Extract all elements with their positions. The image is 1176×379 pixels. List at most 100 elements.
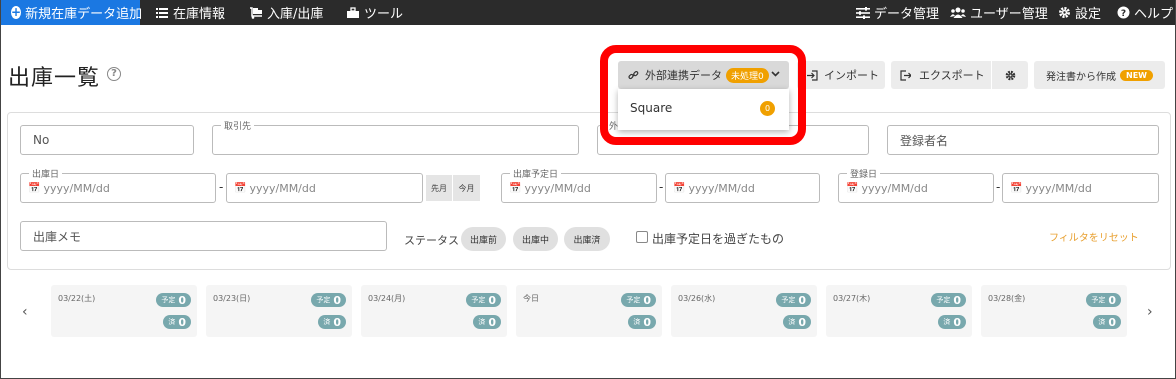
day-card[interactable]: 03/27(木) 予定 0 済 0 bbox=[826, 285, 972, 337]
nav-data-management-label: データ管理 bbox=[874, 7, 940, 22]
partner-input[interactable]: 取引先 bbox=[212, 119, 579, 155]
planned-count-pill: 予定 0 bbox=[156, 293, 191, 307]
day-date: 03/24(月) bbox=[368, 294, 406, 303]
ship-date-from-input[interactable]: 出庫日 📅 yyyy/MM/dd bbox=[20, 167, 216, 203]
memo-placeholder: 出庫メモ bbox=[33, 229, 82, 244]
done-count: 0 bbox=[333, 315, 341, 329]
planned-date-from-placeholder: yyyy/MM/dd bbox=[524, 181, 591, 195]
done-count-pill: 済0 bbox=[938, 315, 966, 329]
day-card[interactable]: 03/22(土) 予定 0 済 0 bbox=[51, 285, 197, 337]
done-count: 0 bbox=[643, 315, 651, 329]
calendar-icon: 📅 bbox=[509, 182, 522, 194]
day-card[interactable]: 03/26(水) 予定 0 済 0 bbox=[671, 285, 817, 337]
partner-label: 取引先 bbox=[221, 119, 255, 132]
registered-date-label: 登録日 bbox=[847, 167, 881, 180]
prev-week-button[interactable]: ‹ bbox=[22, 304, 28, 320]
planned-count: 0 bbox=[798, 293, 806, 307]
day-date: 03/22(土) bbox=[58, 294, 96, 303]
nav-stock-info[interactable]: 在庫情報 bbox=[155, 0, 225, 25]
registered-date-dash: - bbox=[996, 180, 1001, 194]
status-label: ステータス bbox=[404, 234, 459, 247]
done-label: 済 bbox=[1098, 318, 1106, 326]
status-chip-done[interactable]: 出庫済 bbox=[564, 227, 610, 251]
no-placeholder: No bbox=[33, 133, 50, 147]
import-icon bbox=[807, 69, 818, 81]
nav-user-management[interactable]: ユーザー管理 bbox=[950, 0, 1048, 25]
ship-date-to-input[interactable]: 📅 yyyy/MM/dd bbox=[226, 173, 423, 203]
status-chip-in-progress[interactable]: 出庫中 bbox=[513, 227, 558, 251]
last-month-button[interactable]: 先月 bbox=[426, 175, 452, 201]
nav-settings[interactable]: 設定 bbox=[1057, 0, 1101, 25]
planned-date-to-input[interactable]: 📅 yyyy/MM/dd bbox=[665, 173, 820, 203]
done-count-pill: 済0 bbox=[473, 315, 501, 329]
next-week-button[interactable]: › bbox=[1147, 304, 1153, 320]
export-settings-button[interactable] bbox=[992, 61, 1028, 89]
day-card[interactable]: 今日 予定 0 済 0 bbox=[516, 285, 662, 337]
nav-tools[interactable]: ツール bbox=[346, 0, 403, 25]
help-icon[interactable]: ? bbox=[107, 67, 121, 81]
day-date: 今日 bbox=[523, 294, 539, 303]
export-label: エクスポート bbox=[919, 69, 985, 82]
unprocessed-badge: 未処理0 bbox=[726, 67, 769, 83]
status-chip-before[interactable]: 出庫前 bbox=[461, 227, 506, 251]
done-count: 0 bbox=[488, 315, 496, 329]
this-month-button[interactable]: 今月 bbox=[453, 175, 480, 201]
registrant-placeholder: 登録者名 bbox=[900, 133, 949, 148]
planned-count-pill: 予定 0 bbox=[1086, 293, 1121, 307]
planned-date-to-placeholder: yyyy/MM/dd bbox=[688, 181, 755, 195]
done-label: 済 bbox=[168, 318, 176, 326]
done-count-pill: 済0 bbox=[628, 315, 656, 329]
day-date: 03/28(金) bbox=[988, 294, 1026, 303]
nav-help[interactable]: ? ヘルプ bbox=[1116, 0, 1173, 25]
create-from-order-label: 発注書から作成 bbox=[1046, 71, 1116, 83]
planned-count-pill: 予定 0 bbox=[621, 293, 656, 307]
external-data-label: 外部連携データ bbox=[645, 69, 722, 82]
page-title: 出庫一覧 bbox=[8, 66, 101, 91]
gear-icon bbox=[1005, 70, 1016, 81]
nav-user-management-label: ユーザー管理 bbox=[970, 7, 1048, 22]
day-date: 03/26(水) bbox=[678, 294, 716, 303]
nav-inout[interactable]: 入庫/出庫 bbox=[249, 0, 323, 25]
day-date: 03/23(日) bbox=[213, 294, 251, 303]
planned-count: 0 bbox=[488, 293, 496, 307]
day-card[interactable]: 03/24(月) 予定 0 済 0 bbox=[361, 285, 507, 337]
planned-label: 予定 bbox=[1091, 296, 1106, 304]
planned-date-from-input[interactable]: 出庫予定日 📅 yyyy/MM/dd bbox=[501, 167, 657, 203]
planned-count: 0 bbox=[178, 293, 186, 307]
planned-date-dash: - bbox=[659, 180, 664, 194]
dropdown-item-square[interactable]: Square bbox=[630, 101, 672, 115]
nav-add-stock-label: 新規在庫データ追加 bbox=[25, 7, 143, 22]
day-card[interactable]: 03/23(日) 予定 0 済 0 bbox=[206, 285, 352, 337]
export-button[interactable]: エクスポート bbox=[891, 61, 991, 89]
planned-date-label: 出庫予定日 bbox=[510, 167, 562, 180]
planned-count: 0 bbox=[643, 293, 651, 307]
calendar-icon: 📅 bbox=[1010, 182, 1023, 194]
overdue-checkbox[interactable] bbox=[636, 231, 648, 243]
registrant-input[interactable]: 登録者名 bbox=[887, 125, 1159, 155]
ship-date-label: 出庫日 bbox=[29, 167, 63, 180]
question-circle-icon: ? bbox=[1116, 6, 1130, 20]
link-icon bbox=[628, 70, 639, 81]
registered-date-from-placeholder: yyyy/MM/dd bbox=[861, 181, 928, 195]
nav-data-management[interactable]: データ管理 bbox=[856, 0, 939, 25]
create-from-order-button[interactable]: 発注書から作成 NEW bbox=[1034, 61, 1165, 89]
external-data-button[interactable]: 外部連携データ 未処理0 bbox=[618, 61, 789, 89]
nav-add-stock-button[interactable]: + 新規在庫データ追加 bbox=[0, 0, 143, 25]
done-count: 0 bbox=[178, 315, 186, 329]
day-card[interactable]: 03/28(金) 予定 0 済 0 bbox=[981, 285, 1127, 337]
planned-count-pill: 予定 0 bbox=[931, 293, 966, 307]
overdue-label: 出庫予定日を過ぎたもの bbox=[652, 232, 785, 246]
ship-date-from-placeholder: yyyy/MM/dd bbox=[43, 181, 110, 195]
square-count-badge: 0 bbox=[760, 101, 775, 116]
registered-date-from-input[interactable]: 登録日 📅 yyyy/MM/dd bbox=[838, 167, 994, 203]
planned-label: 予定 bbox=[936, 296, 951, 304]
chevron-down-icon[interactable] bbox=[771, 70, 780, 80]
users-icon bbox=[950, 6, 966, 20]
import-button[interactable]: インポート bbox=[797, 61, 885, 89]
memo-input[interactable]: 出庫メモ bbox=[20, 221, 387, 251]
nav-settings-label: 設定 bbox=[1075, 7, 1102, 22]
no-input[interactable]: No bbox=[20, 125, 194, 155]
reset-filters-link[interactable]: フィルタをリセット bbox=[1049, 229, 1139, 244]
done-count: 0 bbox=[798, 315, 806, 329]
registered-date-to-input[interactable]: 📅 yyyy/MM/dd bbox=[1002, 173, 1159, 203]
